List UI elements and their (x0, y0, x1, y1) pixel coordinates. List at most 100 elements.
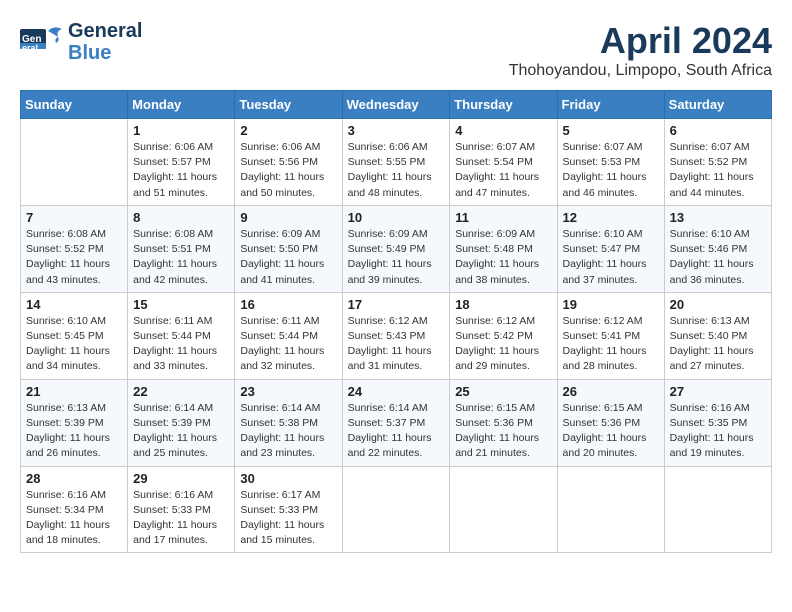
day-info: Sunrise: 6:06 AMSunset: 5:56 PMDaylight:… (240, 140, 336, 201)
calendar-week-row: 14 Sunrise: 6:10 AMSunset: 5:45 PMDayligh… (21, 292, 772, 379)
day-number: 25 (455, 384, 551, 399)
calendar-week-row: 28Sunrise: 6:16 AMSunset: 5:34 PMDayligh… (21, 466, 772, 553)
day-number: 27 (670, 384, 766, 399)
calendar-cell: 24 Sunrise: 6:14 AMSunset: 5:37 PMDayligh… (342, 379, 450, 466)
calendar-cell: 19Sunrise: 6:12 AMSunset: 5:41 PMDayligh… (557, 292, 664, 379)
calendar-cell: 3 Sunrise: 6:06 AMSunset: 5:55 PMDaylight… (342, 119, 450, 206)
day-number: 15 (133, 297, 229, 312)
calendar-cell: 20 Sunrise: 6:13 AMSunset: 5:40 PMDayligh… (664, 292, 771, 379)
day-info: Sunrise: 6:13 AMSunset: 5:39 PMDaylight:… (26, 401, 122, 462)
day-info: Sunrise: 6:08 AMSunset: 5:51 PMDaylight:… (133, 227, 229, 288)
calendar-cell: 23 Sunrise: 6:14 AMSunset: 5:38 PMDayligh… (235, 379, 342, 466)
day-number: 11 (455, 210, 551, 225)
day-info: Sunrise: 6:14 AMSunset: 5:38 PMDaylight:… (240, 401, 336, 462)
day-number: 13 (670, 210, 766, 225)
calendar-cell (664, 466, 771, 553)
day-info: Sunrise: 6:12 AMSunset: 5:42 PMDaylight:… (455, 314, 551, 375)
day-number: 2 (240, 123, 336, 138)
calendar-header-thursday: Thursday (450, 91, 557, 119)
calendar-cell: 15 Sunrise: 6:11 AMSunset: 5:44 PMDayligh… (128, 292, 235, 379)
calendar-week-row: 7Sunrise: 6:08 AMSunset: 5:52 PMDaylight… (21, 205, 772, 292)
calendar-cell: 13 Sunrise: 6:10 AMSunset: 5:46 PMDayligh… (664, 205, 771, 292)
title-section: April 2024 Thohoyandou, Limpopo, South A… (509, 20, 772, 80)
day-number: 17 (348, 297, 445, 312)
day-info: Sunrise: 6:12 AMSunset: 5:43 PMDaylight:… (348, 314, 445, 375)
calendar-cell: 17 Sunrise: 6:12 AMSunset: 5:43 PMDayligh… (342, 292, 450, 379)
day-number: 7 (26, 210, 122, 225)
day-info: Sunrise: 6:09 AMSunset: 5:50 PMDaylight:… (240, 227, 336, 288)
calendar-cell: 22 Sunrise: 6:14 AMSunset: 5:39 PMDayligh… (128, 379, 235, 466)
calendar-cell (342, 466, 450, 553)
calendar-header-saturday: Saturday (664, 91, 771, 119)
day-info: Sunrise: 6:07 AMSunset: 5:52 PMDaylight:… (670, 140, 766, 201)
page-header: Gen eral General Blue April 2024 Thohoya… (20, 20, 772, 80)
day-info: Sunrise: 6:07 AMSunset: 5:53 PMDaylight:… (563, 140, 659, 201)
day-info: Sunrise: 6:11 AMSunset: 5:44 PMDaylight:… (240, 314, 336, 375)
day-number: 3 (348, 123, 445, 138)
day-info: Sunrise: 6:15 AMSunset: 5:36 PMDaylight:… (455, 401, 551, 462)
day-number: 21 (26, 384, 122, 399)
calendar-cell: 26 Sunrise: 6:15 AMSunset: 5:36 PMDayligh… (557, 379, 664, 466)
calendar-cell (21, 119, 128, 206)
calendar-cell: 6 Sunrise: 6:07 AMSunset: 5:52 PMDaylight… (664, 119, 771, 206)
day-info: Sunrise: 6:10 AMSunset: 5:46 PMDaylight:… (670, 227, 766, 288)
day-info: Sunrise: 6:16 AMSunset: 5:33 PMDaylight:… (133, 488, 229, 549)
day-number: 29 (133, 471, 229, 486)
calendar-cell: 10 Sunrise: 6:09 AMSunset: 5:49 PMDayligh… (342, 205, 450, 292)
calendar-cell: 18 Sunrise: 6:12 AMSunset: 5:42 PMDayligh… (450, 292, 557, 379)
month-title: April 2024 (509, 20, 772, 62)
calendar-cell: 9Sunrise: 6:09 AMSunset: 5:50 PMDaylight… (235, 205, 342, 292)
day-info: Sunrise: 6:09 AMSunset: 5:49 PMDaylight:… (348, 227, 445, 288)
logo-icon: Gen eral (20, 23, 64, 61)
calendar-week-row: 21 Sunrise: 6:13 AMSunset: 5:39 PMDayligh… (21, 379, 772, 466)
calendar-cell: 14 Sunrise: 6:10 AMSunset: 5:45 PMDayligh… (21, 292, 128, 379)
calendar-cell: 7Sunrise: 6:08 AMSunset: 5:52 PMDaylight… (21, 205, 128, 292)
calendar-cell: 8 Sunrise: 6:08 AMSunset: 5:51 PMDaylight… (128, 205, 235, 292)
day-number: 30 (240, 471, 336, 486)
location: Thohoyandou, Limpopo, South Africa (509, 62, 772, 80)
calendar-header-row: SundayMondayTuesdayWednesdayThursdayFrid… (21, 91, 772, 119)
day-info: Sunrise: 6:16 AMSunset: 5:35 PMDaylight:… (670, 401, 766, 462)
calendar-cell: 11 Sunrise: 6:09 AMSunset: 5:48 PMDayligh… (450, 205, 557, 292)
calendar-week-row: 1Sunrise: 6:06 AMSunset: 5:57 PMDaylight… (21, 119, 772, 206)
logo: Gen eral General Blue (20, 20, 142, 64)
calendar-cell: 1Sunrise: 6:06 AMSunset: 5:57 PMDaylight… (128, 119, 235, 206)
day-info: Sunrise: 6:06 AMSunset: 5:55 PMDaylight:… (348, 140, 445, 201)
calendar-cell (557, 466, 664, 553)
day-number: 14 (26, 297, 122, 312)
day-info: Sunrise: 6:06 AMSunset: 5:57 PMDaylight:… (133, 140, 229, 201)
calendar-cell: 27 Sunrise: 6:16 AMSunset: 5:35 PMDayligh… (664, 379, 771, 466)
calendar-header-friday: Friday (557, 91, 664, 119)
calendar-header-wednesday: Wednesday (342, 91, 450, 119)
svg-text:eral: eral (22, 43, 38, 53)
calendar-cell: 2 Sunrise: 6:06 AMSunset: 5:56 PMDaylight… (235, 119, 342, 206)
day-number: 6 (670, 123, 766, 138)
day-number: 26 (563, 384, 659, 399)
day-number: 10 (348, 210, 445, 225)
day-number: 24 (348, 384, 445, 399)
day-number: 4 (455, 123, 551, 138)
calendar-cell: 4 Sunrise: 6:07 AMSunset: 5:54 PMDaylight… (450, 119, 557, 206)
day-info: Sunrise: 6:13 AMSunset: 5:40 PMDaylight:… (670, 314, 766, 375)
logo-general: General (68, 20, 142, 42)
day-number: 23 (240, 384, 336, 399)
calendar-cell: 16Sunrise: 6:11 AMSunset: 5:44 PMDayligh… (235, 292, 342, 379)
day-info: Sunrise: 6:16 AMSunset: 5:34 PMDaylight:… (26, 488, 122, 549)
day-info: Sunrise: 6:09 AMSunset: 5:48 PMDaylight:… (455, 227, 551, 288)
day-number: 22 (133, 384, 229, 399)
day-info: Sunrise: 6:10 AMSunset: 5:45 PMDaylight:… (26, 314, 122, 375)
day-info: Sunrise: 6:14 AMSunset: 5:39 PMDaylight:… (133, 401, 229, 462)
day-number: 8 (133, 210, 229, 225)
day-info: Sunrise: 6:07 AMSunset: 5:54 PMDaylight:… (455, 140, 551, 201)
day-info: Sunrise: 6:15 AMSunset: 5:36 PMDaylight:… (563, 401, 659, 462)
day-info: Sunrise: 6:14 AMSunset: 5:37 PMDaylight:… (348, 401, 445, 462)
calendar-header-sunday: Sunday (21, 91, 128, 119)
day-number: 18 (455, 297, 551, 312)
day-info: Sunrise: 6:11 AMSunset: 5:44 PMDaylight:… (133, 314, 229, 375)
calendar-cell: 25 Sunrise: 6:15 AMSunset: 5:36 PMDayligh… (450, 379, 557, 466)
day-number: 19 (563, 297, 659, 312)
calendar-cell (450, 466, 557, 553)
day-number: 20 (670, 297, 766, 312)
day-info: Sunrise: 6:10 AMSunset: 5:47 PMDaylight:… (563, 227, 659, 288)
calendar-cell: 5Sunrise: 6:07 AMSunset: 5:53 PMDaylight… (557, 119, 664, 206)
